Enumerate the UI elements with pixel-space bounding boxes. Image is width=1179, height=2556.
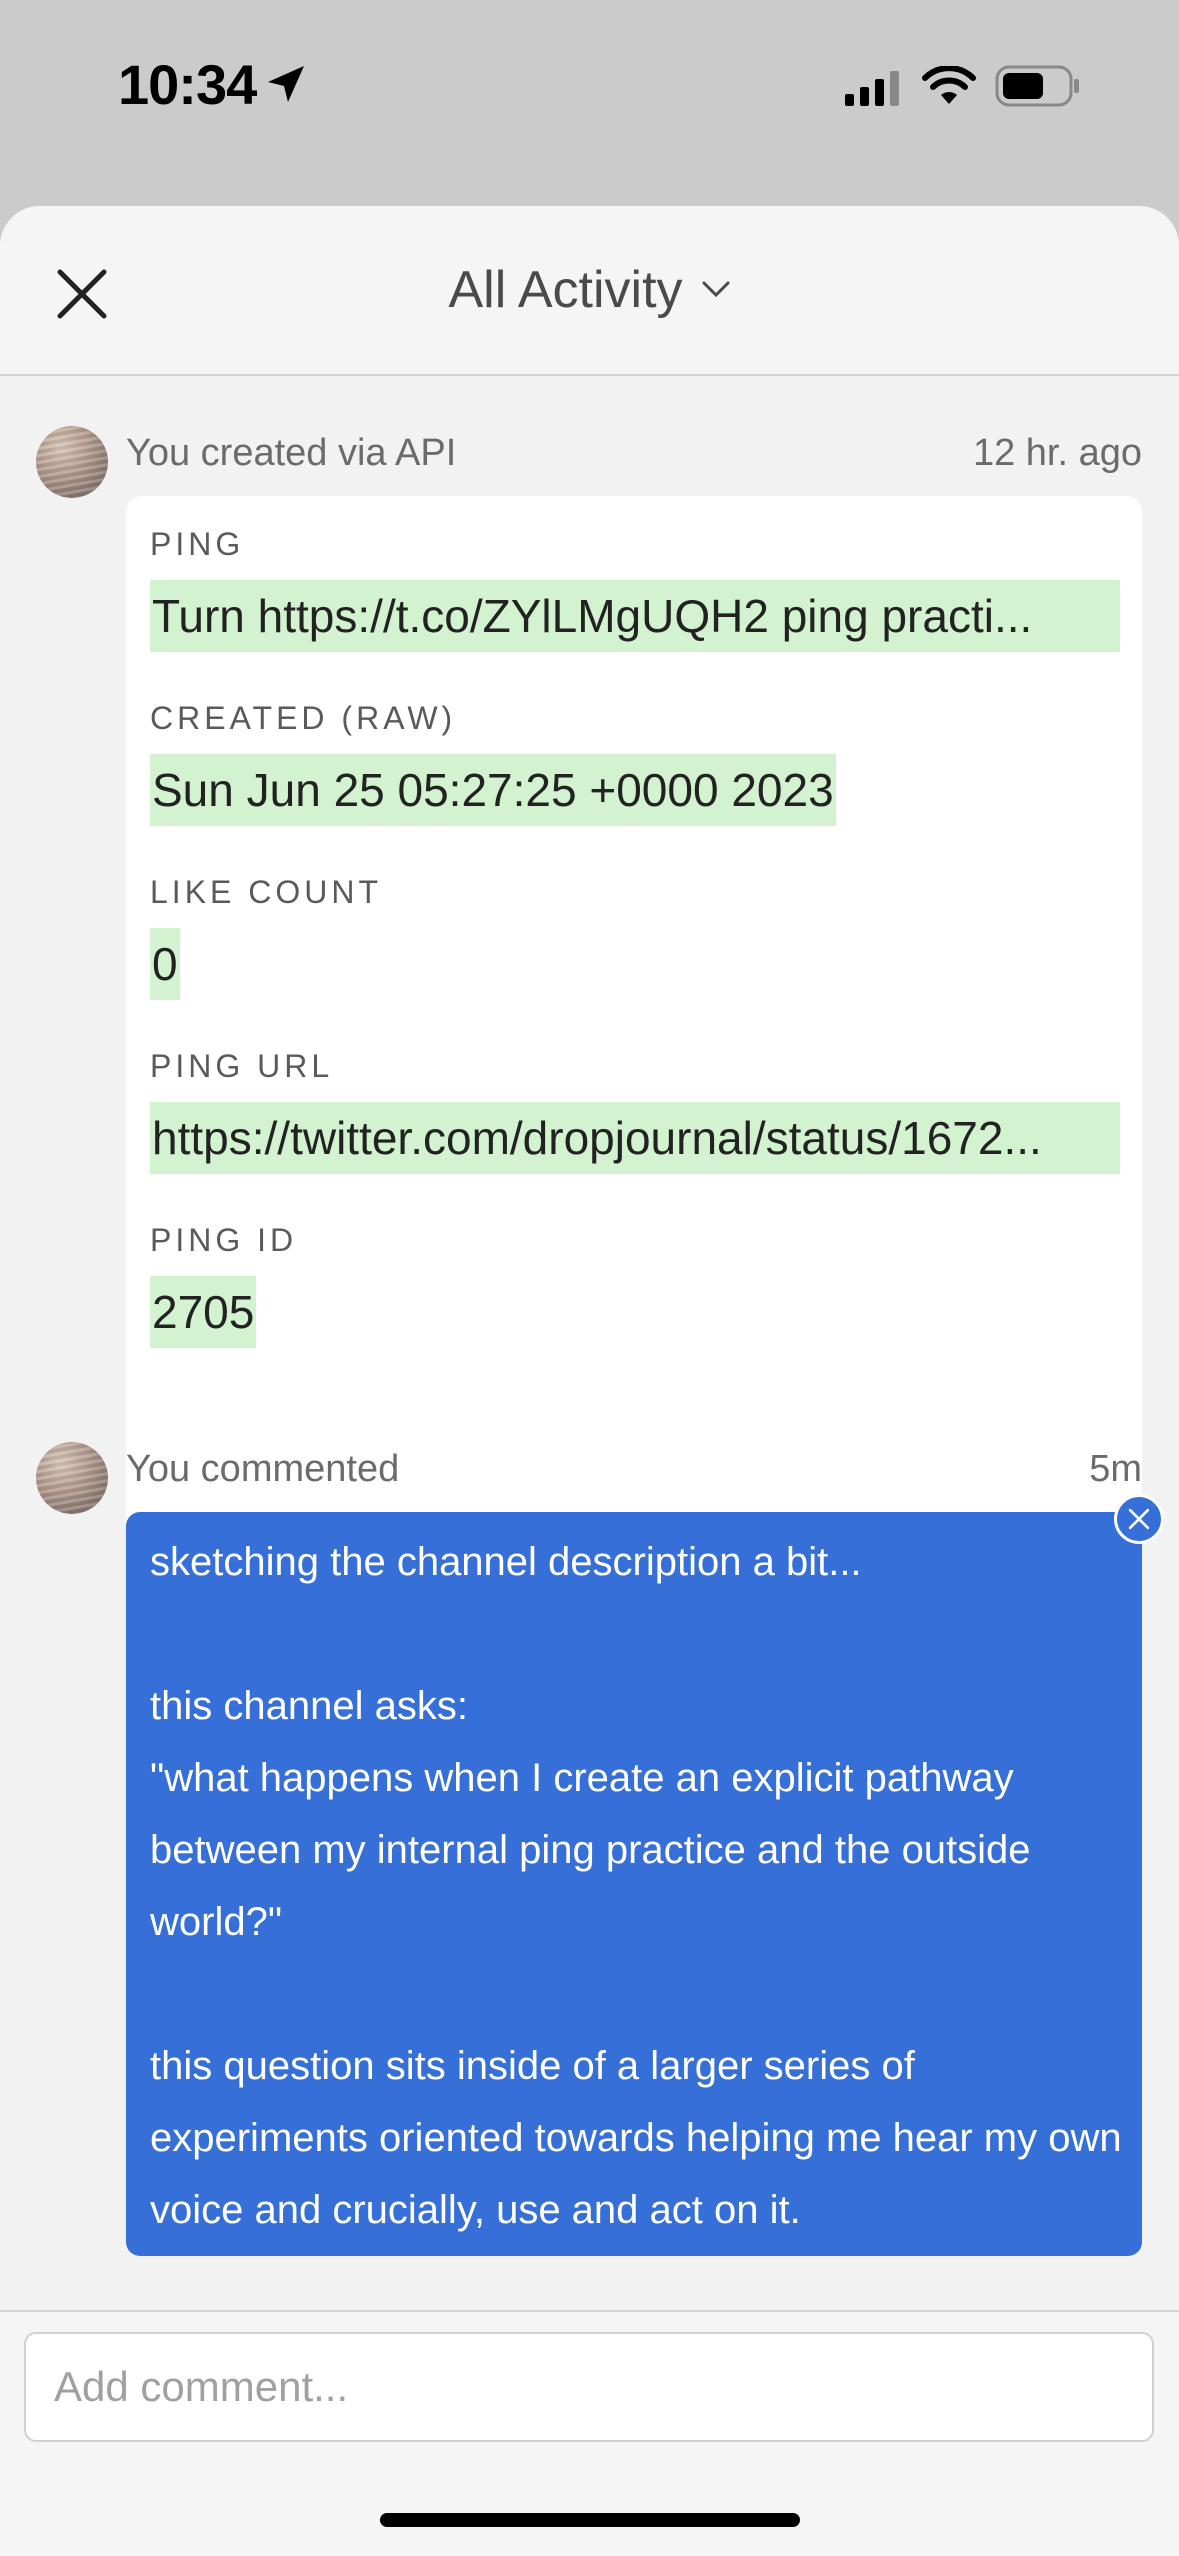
location-arrow-icon	[268, 66, 304, 102]
activity-meta: You created via API	[126, 432, 457, 474]
field-label: CREATED (RAW)	[150, 700, 457, 736]
activity-timestamp: 12 hr. ago	[972, 432, 1142, 474]
api-block-card[interactable]: PING Turn https://t.co/ZYlLMgUQH2 ping p…	[126, 496, 1142, 1540]
battery-icon	[995, 65, 1079, 107]
field-value: https://twitter.com/dropjournal/status/1…	[150, 1102, 1120, 1174]
field-label: PING URL	[150, 1048, 334, 1084]
delete-comment-icon[interactable]	[1114, 1494, 1164, 1544]
field-value: Sun Jun 25 05:27:25 +0000 2023	[150, 754, 836, 826]
chevron-down-icon	[702, 281, 730, 298]
comment-input[interactable]	[24, 2332, 1154, 2442]
field-label: PING ID	[150, 1222, 298, 1258]
field-label: PING	[150, 526, 245, 562]
field-label: LIKE COUNT	[150, 874, 383, 910]
field-value: Turn https://t.co/ZYlLMgUQH2 ping practi…	[150, 580, 1120, 652]
field-value: 2705	[150, 1276, 257, 1348]
home-indicator[interactable]	[380, 2513, 800, 2527]
status-time: 10:34	[118, 53, 257, 116]
activity-sheet: All Activity You created via API 12 hr. …	[0, 206, 1179, 2556]
cellular-signal-icon	[845, 71, 899, 106]
comment-text: sketching the channel description a bit.…	[150, 1540, 1122, 2232]
activity-timestamp: 5m	[1089, 1448, 1142, 1490]
field-value: 0	[150, 928, 180, 1000]
activity-filter-dropdown[interactable]: All Activity	[0, 260, 1179, 320]
wifi-icon	[922, 66, 976, 104]
activity-meta: You commented	[126, 1448, 400, 1490]
status-bar: 10:34	[0, 0, 1179, 180]
avatar[interactable]	[36, 426, 108, 498]
comment-bubble[interactable]: sketching the channel description a bit.…	[126, 1512, 1142, 2256]
sheet-header: All Activity	[0, 206, 1179, 376]
avatar[interactable]	[36, 1442, 108, 1514]
page-title: All Activity	[448, 261, 683, 319]
